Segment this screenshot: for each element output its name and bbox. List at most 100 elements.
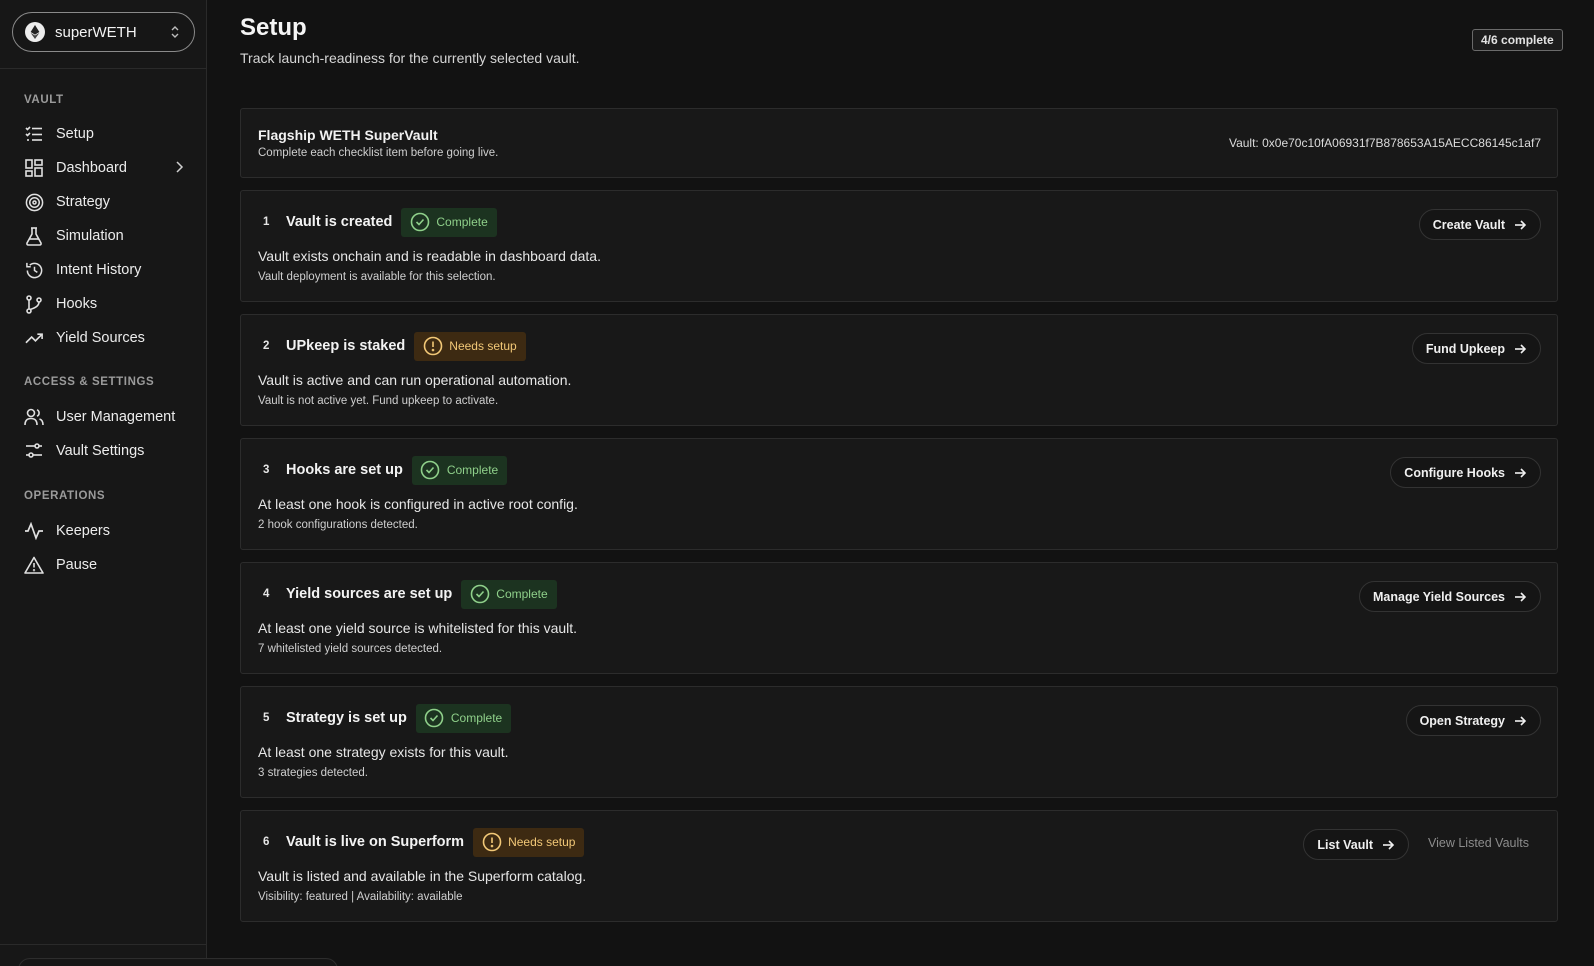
chevron-up-down-icon xyxy=(168,24,182,40)
arrow-right-icon xyxy=(1513,590,1527,604)
check-circle-icon xyxy=(424,708,445,729)
view-listed-vaults-link[interactable]: View Listed Vaults xyxy=(1428,836,1529,850)
status-label: Needs setup xyxy=(449,339,517,353)
checklist-step-yield-sources: 4 Yield sources are set up Complete At l… xyxy=(240,562,1558,674)
sidebar-item-pause[interactable]: Pause xyxy=(24,551,194,579)
section-vault: VAULT xyxy=(24,94,64,106)
sidebar-item-hooks[interactable]: Hooks xyxy=(24,290,194,318)
sidebar-item-label: Yield Sources xyxy=(56,330,145,346)
history-icon xyxy=(24,260,44,280)
progress-badge: 4/6 complete xyxy=(1472,29,1563,51)
open-strategy-button[interactable]: Open Strategy xyxy=(1405,705,1541,736)
fund-upkeep-button[interactable]: Fund Upkeep xyxy=(1411,333,1541,364)
step-detail: 2 hook configurations detected. xyxy=(258,519,418,531)
step-number: 2 xyxy=(263,340,270,352)
status-label: Complete xyxy=(496,587,548,601)
sidebar-item-label: Hooks xyxy=(56,296,98,312)
warning-icon xyxy=(24,555,44,575)
checklist-step-hooks-set-up: 3 Hooks are set up Complete At least one… xyxy=(240,438,1558,550)
step-description: Vault is listed and available in the Sup… xyxy=(258,868,587,884)
target-icon xyxy=(24,192,44,212)
step-title: UPkeep is staked xyxy=(286,338,406,354)
chevron-right-icon xyxy=(174,160,184,179)
status-badge: Complete xyxy=(461,579,557,609)
sidebar-item-label: User Management xyxy=(56,409,176,425)
sidebar-item-setup[interactable]: Setup xyxy=(24,120,194,148)
check-circle-icon xyxy=(420,460,441,481)
sidebar-item-user-management[interactable]: User Management xyxy=(24,403,194,431)
step-detail: Vault deployment is available for this s… xyxy=(258,271,496,283)
configure-hooks-button[interactable]: Configure Hooks xyxy=(1390,457,1541,488)
checklist-step-live-on-superform: 6 Vault is live on Superform Needs setup… xyxy=(240,810,1558,922)
sidebar-item-label: Simulation xyxy=(56,228,124,244)
sidebar-item-label: Keepers xyxy=(56,523,111,539)
step-detail: 7 whitelisted yield sources detected. xyxy=(258,643,443,655)
manage-yield-sources-button[interactable]: Manage Yield Sources xyxy=(1359,581,1541,612)
flask-icon xyxy=(24,226,44,246)
sidebar-item-strategy[interactable]: Strategy xyxy=(24,188,194,216)
sidebar-item-simulation[interactable]: Simulation xyxy=(24,222,194,250)
checklist-step-vault-created: 1 Vault is created Complete Vault exists… xyxy=(240,190,1558,302)
sidebar-item-vault-settings[interactable]: Vault Settings xyxy=(24,437,194,465)
grid-icon xyxy=(24,158,44,178)
sidebar-divider xyxy=(0,68,206,69)
button-label: Create Vault xyxy=(1432,217,1505,232)
sidebar-item-label: Setup xyxy=(56,126,94,142)
step-title: Yield sources are set up xyxy=(286,586,453,602)
sidebar-item-intent-history[interactable]: Intent History xyxy=(24,256,194,284)
step-description: Vault is active and can run operational … xyxy=(258,372,572,388)
sidebar-item-keepers[interactable]: Keepers xyxy=(24,517,194,545)
status-badge: Needs setup xyxy=(414,331,526,361)
ethereum-icon xyxy=(25,22,45,42)
page-subtitle: Track launch-readiness for the currently… xyxy=(240,50,580,66)
create-vault-button[interactable]: Create Vault xyxy=(1418,209,1541,240)
step-detail: 3 strategies detected. xyxy=(258,767,368,779)
step-number: 4 xyxy=(263,588,270,600)
vault-selector[interactable]: superWETH xyxy=(12,12,195,52)
step-title: Strategy is set up xyxy=(286,710,407,726)
arrow-right-icon xyxy=(1513,466,1527,480)
branch-icon xyxy=(24,294,44,314)
list-vault-button[interactable]: List Vault xyxy=(1303,829,1409,860)
vault-card-subtitle: Complete each checklist item before goin… xyxy=(258,147,499,159)
button-label: Fund Upkeep xyxy=(1425,341,1505,356)
button-label: List Vault xyxy=(1317,837,1373,852)
status-label: Needs setup xyxy=(508,835,576,849)
status-label: Complete xyxy=(450,711,503,725)
step-title: Vault is live on Superform xyxy=(286,834,465,850)
status-label: Complete xyxy=(446,463,499,477)
step-title: Vault is created xyxy=(286,214,393,230)
sidebar-item-label: Vault Settings xyxy=(56,443,145,459)
button-label: Open Strategy xyxy=(1419,713,1505,728)
status-label: Complete xyxy=(436,215,488,229)
sidebar-item-yield-sources[interactable]: Yield Sources xyxy=(24,324,194,352)
sidebar-item-label: Dashboard xyxy=(56,160,127,176)
vault-info-card: Flagship WETH SuperVault Complete each c… xyxy=(240,108,1558,178)
sidebar-item-label: Strategy xyxy=(56,194,110,210)
check-circle-icon xyxy=(409,212,430,233)
sidebar-item-label: Pause xyxy=(56,557,98,573)
step-number: 6 xyxy=(263,836,270,848)
status-badge: Needs setup xyxy=(473,827,585,857)
step-number: 3 xyxy=(263,464,270,476)
sidebar-footer[interactable] xyxy=(18,958,338,966)
users-icon xyxy=(24,407,44,427)
arrow-right-icon xyxy=(1513,342,1527,356)
vault-name: Flagship WETH SuperVault xyxy=(258,127,438,143)
step-description: Vault exists onchain and is readable in … xyxy=(258,248,601,264)
sliders-icon xyxy=(24,441,44,461)
page-title: Setup xyxy=(240,14,307,41)
sidebar-item-label: Intent History xyxy=(56,262,142,278)
arrow-right-icon xyxy=(1513,218,1527,232)
step-number: 5 xyxy=(263,712,270,724)
sidebar-item-dashboard[interactable]: Dashboard xyxy=(24,154,194,182)
status-badge: Complete xyxy=(401,207,497,237)
step-detail: Vault is not active yet. Fund upkeep to … xyxy=(258,395,499,407)
vault-address: Vault: 0x0e70c10fA06931f7B878653A15AECC8… xyxy=(1228,136,1541,150)
alert-circle-icon xyxy=(422,336,443,357)
checklist-step-strategy-set-up: 5 Strategy is set up Complete At least o… xyxy=(240,686,1558,798)
section-access-settings: ACCESS & SETTINGS xyxy=(24,376,155,388)
step-number: 1 xyxy=(263,216,270,228)
step-description: At least one yield source is whitelisted… xyxy=(258,620,578,636)
arrow-right-icon xyxy=(1513,714,1527,728)
